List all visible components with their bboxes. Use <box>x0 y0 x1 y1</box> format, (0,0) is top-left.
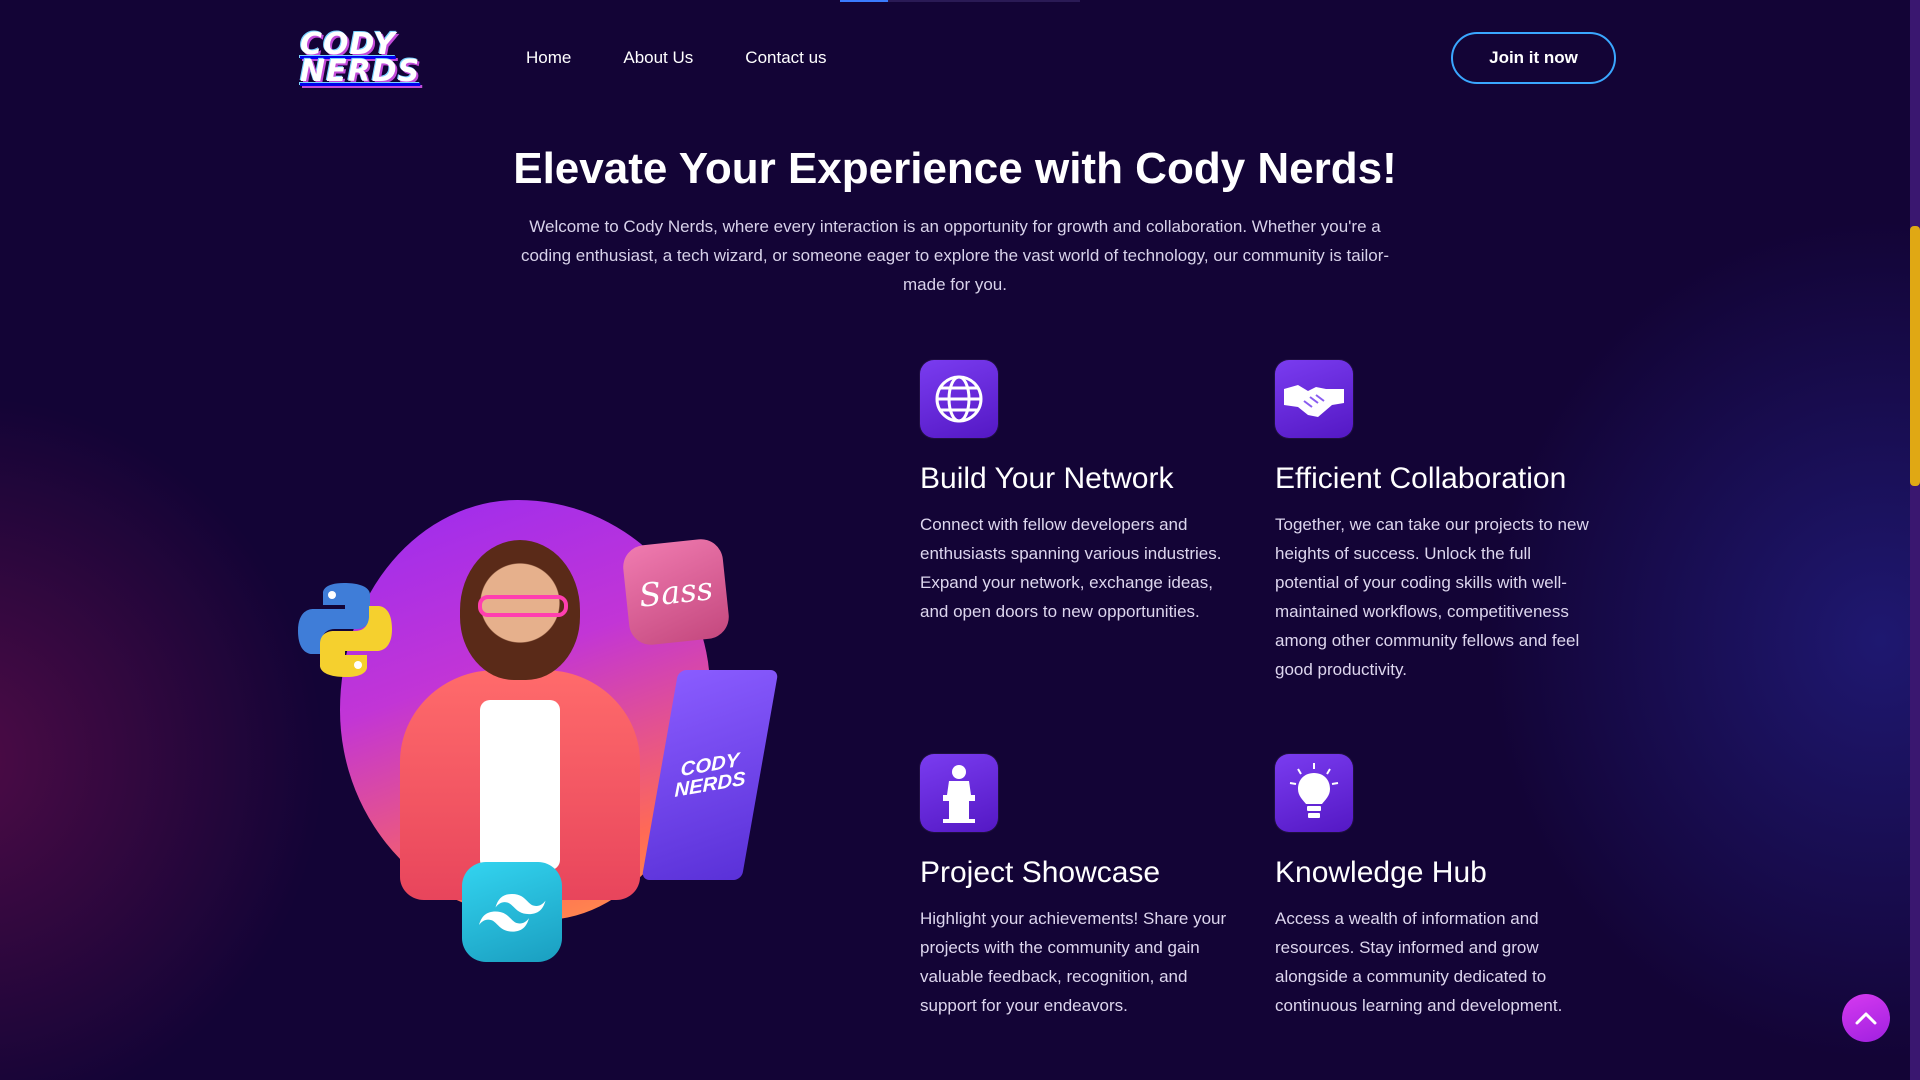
top-progress-indicator <box>840 0 1080 2</box>
hero-description: Welcome to Cody Nerds, where every inter… <box>520 217 1390 294</box>
main-nav: Home About Us Contact us <box>526 48 827 68</box>
logo-line-2: NERDS <box>300 54 421 89</box>
join-button[interactable]: Join it now <box>1451 32 1616 84</box>
page-scrollbar[interactable] <box>1910 0 1920 1080</box>
feature-build-your-network: Build Your Network Connect with fellow d… <box>920 360 1240 626</box>
feature-text: Connect with fellow developers and enthu… <box>920 515 1222 621</box>
feature-knowledge-hub: Knowledge Hub Access a wealth of informa… <box>1275 754 1595 1020</box>
lightbulb-icon <box>1275 754 1353 832</box>
scrollbar-thumb[interactable] <box>1910 226 1920 486</box>
feature-text: Together, we can take our projects to ne… <box>1275 515 1589 679</box>
site-header: CODY NERDS Home About Us Contact us Join… <box>300 28 1616 88</box>
feature-efficient-collaboration: Efficient Collaboration Together, we can… <box>1275 360 1595 684</box>
nav-about-us[interactable]: About Us <box>623 48 693 68</box>
tailwind-icon <box>462 862 562 962</box>
feature-project-showcase: Project Showcase Highlight your achievem… <box>920 754 1240 1020</box>
feature-text: Access a wealth of information and resou… <box>1275 909 1563 1015</box>
hero-title: Elevate Your Experience with Cody Nerds! <box>513 144 1397 193</box>
globe-icon <box>920 360 998 438</box>
hero-illustration: CODY NERDS Sass <box>290 500 790 970</box>
feature-title: Build Your Network <box>920 462 1174 495</box>
person-shirt <box>480 700 560 870</box>
sass-icon: Sass <box>621 537 731 647</box>
chevron-up-icon <box>1855 1012 1877 1025</box>
feature-title: Project Showcase <box>920 856 1161 889</box>
sass-label: Sass <box>637 569 715 615</box>
back-to-top-button[interactable] <box>1842 994 1890 1042</box>
feature-text: Highlight your achievements! Share your … <box>920 909 1227 1015</box>
laptop-logo: CODY NERDS <box>674 749 745 801</box>
feature-title: Knowledge Hub <box>1275 856 1487 889</box>
handshake-icon <box>1275 360 1353 438</box>
nav-contact-us[interactable]: Contact us <box>745 48 826 68</box>
top-progress-segment <box>840 0 888 2</box>
person-glasses <box>478 595 568 617</box>
nav-home[interactable]: Home <box>526 48 571 68</box>
logo[interactable]: CODY NERDS <box>300 30 446 89</box>
podium-icon <box>920 754 998 832</box>
feature-title: Efficient Collaboration <box>1275 462 1567 495</box>
logo-text: CODY NERDS <box>300 30 446 89</box>
python-icon <box>290 575 400 685</box>
